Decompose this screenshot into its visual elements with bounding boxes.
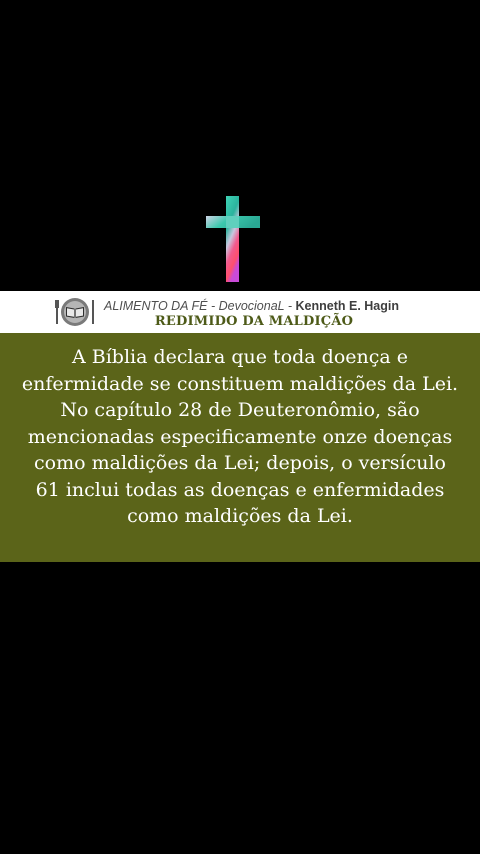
devotional-header: ALIMENTO DA FÉ - DevocionaL - Kenneth E.… <box>0 291 480 333</box>
series-line: ALIMENTO DA FÉ - DevocionaL - Kenneth E.… <box>104 299 474 314</box>
bible-plate-icon <box>55 296 95 328</box>
devotional-title: REDIMIDO DA MALDIÇÃO <box>154 314 354 329</box>
cross-icon <box>204 196 262 284</box>
author-name: Kenneth E. Hagin <box>295 299 399 313</box>
devotional-text: A Bíblia declara que toda doença e enfer… <box>21 346 459 527</box>
series-label: ALIMENTO DA FÉ - DevocionaL - <box>104 299 293 313</box>
devotional-text-panel: A Bíblia declara que toda doença e enfer… <box>0 333 480 562</box>
devotional-screen: ALIMENTO DA FÉ - DevocionaL - Kenneth E.… <box>0 0 480 854</box>
